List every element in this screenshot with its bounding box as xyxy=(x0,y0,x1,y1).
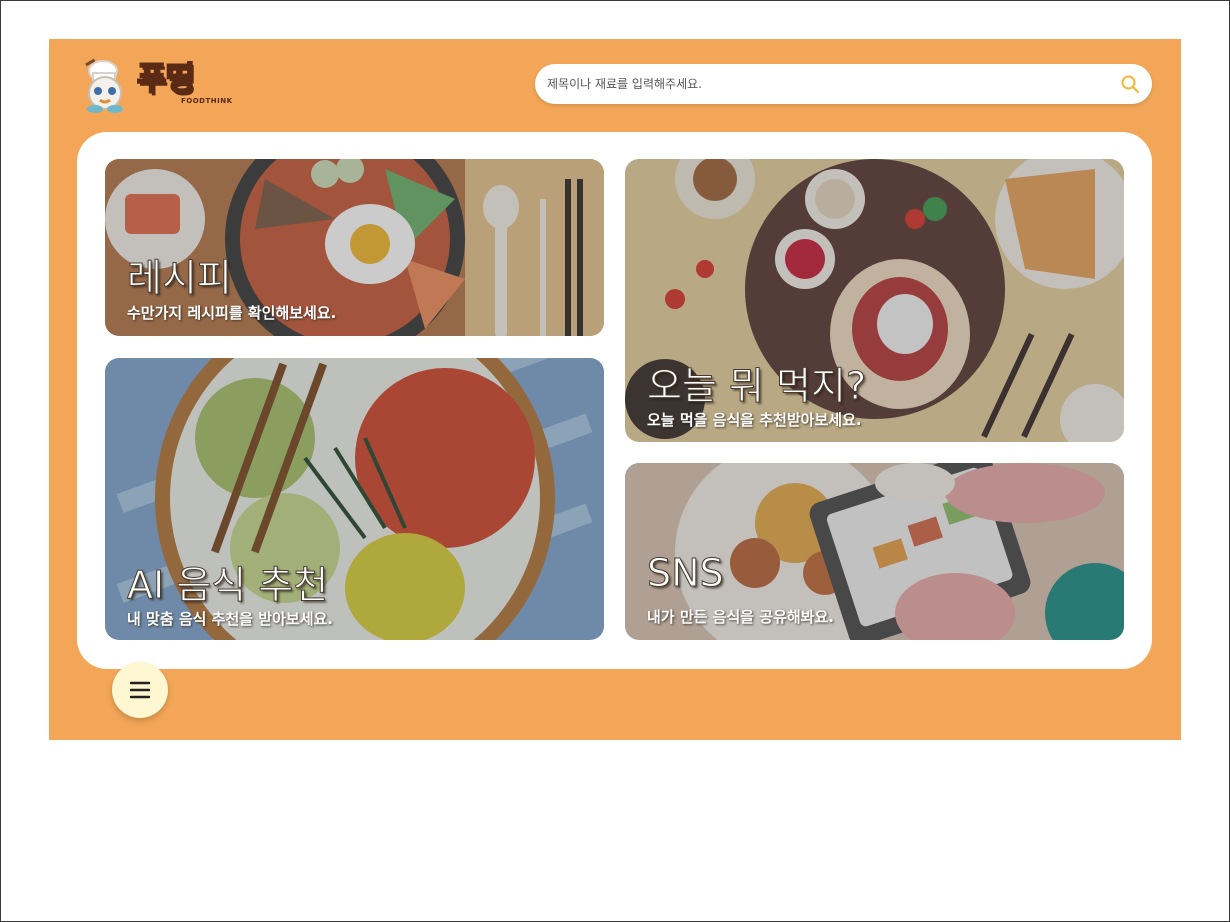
ai-recommend-subtitle: 내 맞춤 음식 추천을 받아보세요. xyxy=(127,610,333,628)
ai-recommend-card[interactable]: AI 음식 추천 내 맞춤 음식 추천을 받아보세요. xyxy=(105,358,604,640)
feature-panel: 레시피 수만가지 레시피를 확인해보세요. 오늘 뭐 먹지? 오늘 먹을 음식을… xyxy=(77,132,1152,669)
sns-title: SNS xyxy=(647,551,725,596)
sns-subtitle: 내가 만든 음식을 공유해봐요. xyxy=(647,608,834,626)
today-menu-subtitle: 오늘 먹을 음식을 추천받아보세요. xyxy=(647,411,862,429)
today-menu-title: 오늘 뭐 먹지? xyxy=(646,364,867,409)
brand-subtitle: FOODTHINK xyxy=(181,97,233,105)
hamburger-menu-icon xyxy=(129,681,151,699)
today-menu-card[interactable]: 오늘 뭐 먹지? 오늘 먹을 음식을 추천받아보세요. xyxy=(625,159,1124,442)
sns-card[interactable]: SNS 내가 만든 음식을 공유해봐요. xyxy=(625,463,1124,640)
ai-recommend-title: AI 음식 추천 xyxy=(126,563,329,608)
chef-mascot-icon xyxy=(85,58,123,113)
recipe-card[interactable]: 레시피 수만가지 레시피를 확인해보세요. xyxy=(105,159,604,336)
recipe-subtitle: 수만가지 레시피를 확인해보세요. xyxy=(127,304,337,322)
recipe-title: 레시피 xyxy=(127,256,233,301)
app-stage: 푸띵 FOODTHINK 제목이나 재료를 입력해주세요. 레시피 수만가지 레… xyxy=(49,39,1181,740)
brand-name: 푸띵 xyxy=(136,58,196,98)
search-input[interactable] xyxy=(547,73,1107,95)
search-icon[interactable] xyxy=(1120,74,1140,94)
brand-logo[interactable]: 푸띵 FOODTHINK xyxy=(81,53,232,115)
menu-button[interactable] xyxy=(112,662,168,718)
search-bar xyxy=(535,64,1152,104)
